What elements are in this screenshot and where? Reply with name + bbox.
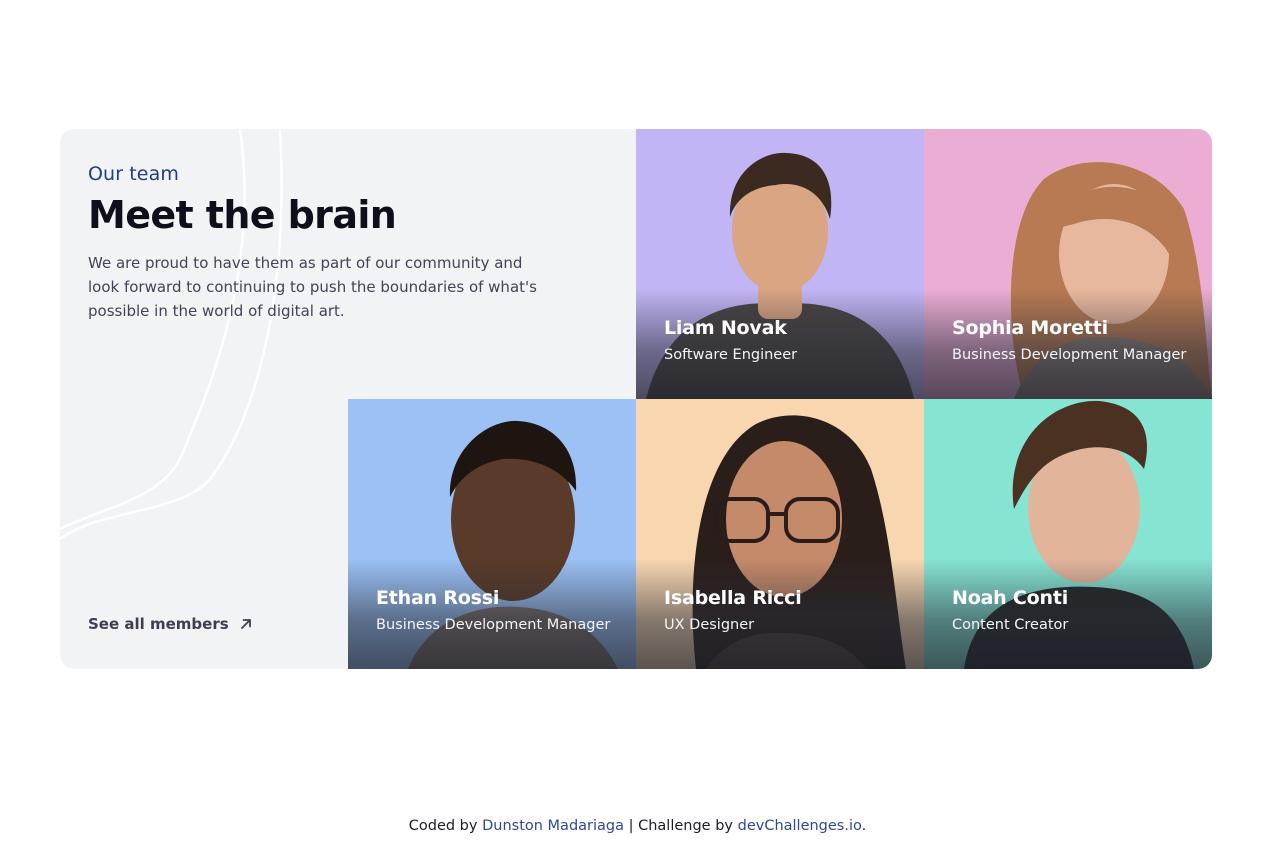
page-title: Meet the brain (88, 193, 397, 237)
arrow-up-right-icon (240, 619, 251, 629)
team-card: Our team Meet the brain We are proud to … (60, 129, 1212, 669)
member-role: UX Designer (664, 617, 755, 633)
section-description: We are proud to have them as part of our… (88, 253, 537, 320)
member-role: Software Engineer (664, 347, 798, 363)
team-intro: Our team Meet the brain We are proud to … (88, 163, 568, 323)
see-all-members-label: See all members (88, 615, 229, 633)
member-card-noah-conti[interactable]: Noah Conti Content Creator (924, 399, 1212, 669)
footer-coded-by: Coded by (408, 818, 478, 834)
author-link[interactable]: Dunston Madariaga (482, 818, 624, 834)
member-card-isabella-ricci[interactable]: Isabella Ricci UX Designer (636, 399, 924, 669)
member-role: Business Development Manager (376, 617, 611, 633)
challenge-link[interactable]: devChallenges.io (738, 818, 862, 834)
member-name: Isabella Ricci (664, 587, 802, 609)
member-name: Sophia Moretti (952, 317, 1108, 339)
member-card-sophia-moretti[interactable]: Sophia Moretti Business Development Mana… (924, 129, 1212, 399)
member-name: Ethan Rossi (376, 587, 500, 609)
member-role: Content Creator (952, 617, 1069, 633)
member-name: Liam Novak (664, 317, 787, 339)
member-name: Noah Conti (952, 587, 1069, 609)
footer-end: . (861, 818, 867, 834)
page-footer: Coded by Dunston Madariaga | Challenge b… (0, 818, 1275, 834)
footer-separator: | Challenge by (628, 818, 733, 834)
member-card-liam-novak[interactable]: Liam Novak Software Engineer (636, 129, 924, 399)
see-all-members-link[interactable]: See all members (88, 615, 253, 633)
member-role: Business Development Manager (952, 347, 1187, 363)
section-eyebrow: Our team (88, 163, 179, 185)
member-card-ethan-rossi[interactable]: Ethan Rossi Business Development Manager (348, 399, 636, 669)
